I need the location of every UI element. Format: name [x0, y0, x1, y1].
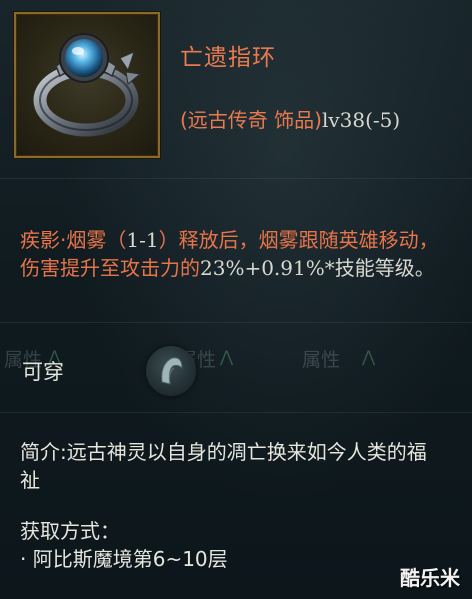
item-name: 亡遗指环: [180, 45, 276, 71]
effect-text: 疾影·烟雾（: [20, 228, 127, 252]
item-description: 简介:远古神灵以自身的凋亡换来如今人类的福祉: [20, 440, 427, 492]
item-type-line: (远古传奇 饰品)lv38(-5): [180, 104, 400, 133]
equip-badge: [146, 346, 196, 396]
ghost-attr-label: 属性: [302, 349, 341, 371]
effect-text: 技能等级。: [334, 256, 435, 280]
divider: [0, 412, 472, 413]
item-effect-text: 疾影·烟雾（1-1）释放后，烟雾跟随英雄移动，伤害提升至攻击力的23%+0.91…: [20, 226, 440, 282]
effect-skill-level: 1-1: [126, 228, 159, 252]
item-level: lv38(-5): [321, 108, 401, 132]
ghost-up-arrow-icon: ⋀: [362, 347, 376, 366]
hood-icon: [161, 357, 183, 385]
item-rarity-category: (远古传奇 饰品): [180, 108, 322, 132]
divider: [0, 322, 472, 323]
ghost-up-arrow-icon: ⋀: [220, 347, 234, 366]
watermark: 酷乐米: [400, 566, 460, 590]
ring-icon: [33, 33, 142, 137]
item-tooltip-panel: 属性 ⋀ 属性 ⋀ 属性 ⋀ 亡遗指环 (远古传奇 饰品)lv38(-5) 疾影…: [0, 0, 472, 599]
item-icon-frame: [14, 12, 160, 158]
effect-value: 23%+0.91%*: [200, 256, 335, 280]
divider: [0, 178, 472, 179]
obtain-source: · 阿比斯魔境第6~10层: [20, 547, 228, 571]
wearable-label: 可穿: [22, 360, 64, 384]
obtain-method-title: 获取方式：: [20, 519, 120, 543]
